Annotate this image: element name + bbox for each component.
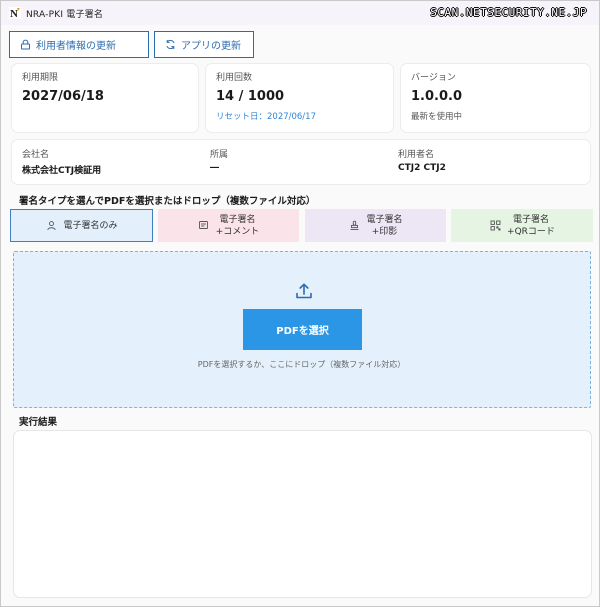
refresh-icon [165, 39, 177, 51]
tab-signature-stamp[interactable]: 電子署名 +印影 [305, 209, 446, 242]
usage-label: 利用回数 [216, 73, 253, 83]
reset-date: リセット日：2027/06/17 [216, 112, 316, 122]
usage-value: 14 / 1000 [216, 89, 285, 104]
watermark: SCAN.NETSECURITY.NE.JP [430, 6, 587, 19]
pdf-drop-zone[interactable]: PDFを選択 PDFを選択するか、ここにドロップ（複数ファイル対応） [13, 251, 591, 408]
tab-signature-stamp-title: 電子署名 [366, 214, 403, 225]
tab-signature-qr-title: 電子署名 [512, 214, 549, 225]
signature-type-heading: 署名タイプを選んでPDFを選択またはドロップ（複数ファイル対応） [19, 196, 316, 207]
expiry-card: 利用期限 2027/06/18 [12, 64, 198, 132]
app-window: N NRA-PKI 電子署名 SCAN.NETSECURITY.NE.JP 利用… [0, 0, 600, 607]
results-panel[interactable] [14, 431, 591, 597]
update-user-info-button[interactable]: 利用者情報の更新 [9, 31, 149, 58]
department-field: 所属 ― [210, 147, 228, 173]
results-heading: 実行結果 [19, 417, 58, 428]
update-user-info-label: 利用者情報の更新 [36, 41, 116, 52]
tab-signature-comment-label: 電子署名 +コメント [216, 214, 260, 238]
app-logo-icon: N [9, 7, 21, 19]
comment-icon [198, 220, 210, 232]
expiry-value: 2027/06/18 [22, 89, 104, 104]
svg-text:N: N [10, 8, 18, 19]
user-icon [45, 220, 57, 232]
usage-card: 利用回数 14 / 1000 リセット日：2027/06/17 [206, 64, 393, 132]
company-label: 会社名 [22, 150, 50, 160]
upload-icon [295, 282, 313, 300]
tab-signature-stamp-label: 電子署名 +印影 [366, 214, 402, 238]
update-app-label: アプリの更新 [181, 41, 241, 52]
select-pdf-button[interactable]: PDFを選択 [243, 309, 362, 350]
tab-signature-comment[interactable]: 電子署名 +コメント [158, 209, 299, 242]
stamp-icon [348, 220, 360, 232]
user-name-label: 利用者名 [398, 150, 435, 160]
update-app-button[interactable]: アプリの更新 [154, 31, 254, 58]
department-value: ― [210, 163, 219, 173]
window-title: NRA-PKI 電子署名 [26, 9, 104, 20]
version-value: 1.0.0.0 [411, 89, 462, 104]
version-label: バージョン [411, 73, 456, 83]
tab-signature-comment-sub: +コメント [215, 226, 260, 237]
expiry-label: 利用期限 [22, 73, 59, 83]
user-name-field: 利用者名 CTJ2 CTJ2 [398, 147, 446, 173]
tab-signature-only[interactable]: 電子署名のみ [10, 209, 153, 242]
user-name-value: CTJ2 CTJ2 [398, 163, 446, 173]
tab-signature-only-label: 電子署名のみ [63, 220, 118, 231]
lock-icon [20, 39, 32, 51]
tab-signature-stamp-sub: +印影 [371, 226, 398, 237]
qr-icon [489, 220, 501, 232]
user-info-card: 会社名 株式会社CTJ検証用 所属 ― 利用者名 CTJ2 CTJ2 [12, 140, 590, 184]
tab-signature-qr-label: 電子署名 +QRコード [507, 214, 555, 238]
tab-signature-qr[interactable]: 電子署名 +QRコード [451, 209, 593, 242]
tab-signature-comment-title: 電子署名 [219, 214, 256, 225]
drop-hint: PDFを選択するか、ここにドロップ（複数ファイル対応） [197, 360, 406, 369]
tab-signature-qr-sub: +QRコード [507, 226, 555, 237]
department-label: 所属 [210, 150, 229, 160]
company-value: 株式会社CTJ検証用 [22, 166, 102, 176]
version-status: 最新を使用中 [411, 112, 463, 122]
company-field: 会社名 株式会社CTJ検証用 [22, 147, 101, 176]
version-card: バージョン 1.0.0.0 最新を使用中 [401, 64, 590, 132]
